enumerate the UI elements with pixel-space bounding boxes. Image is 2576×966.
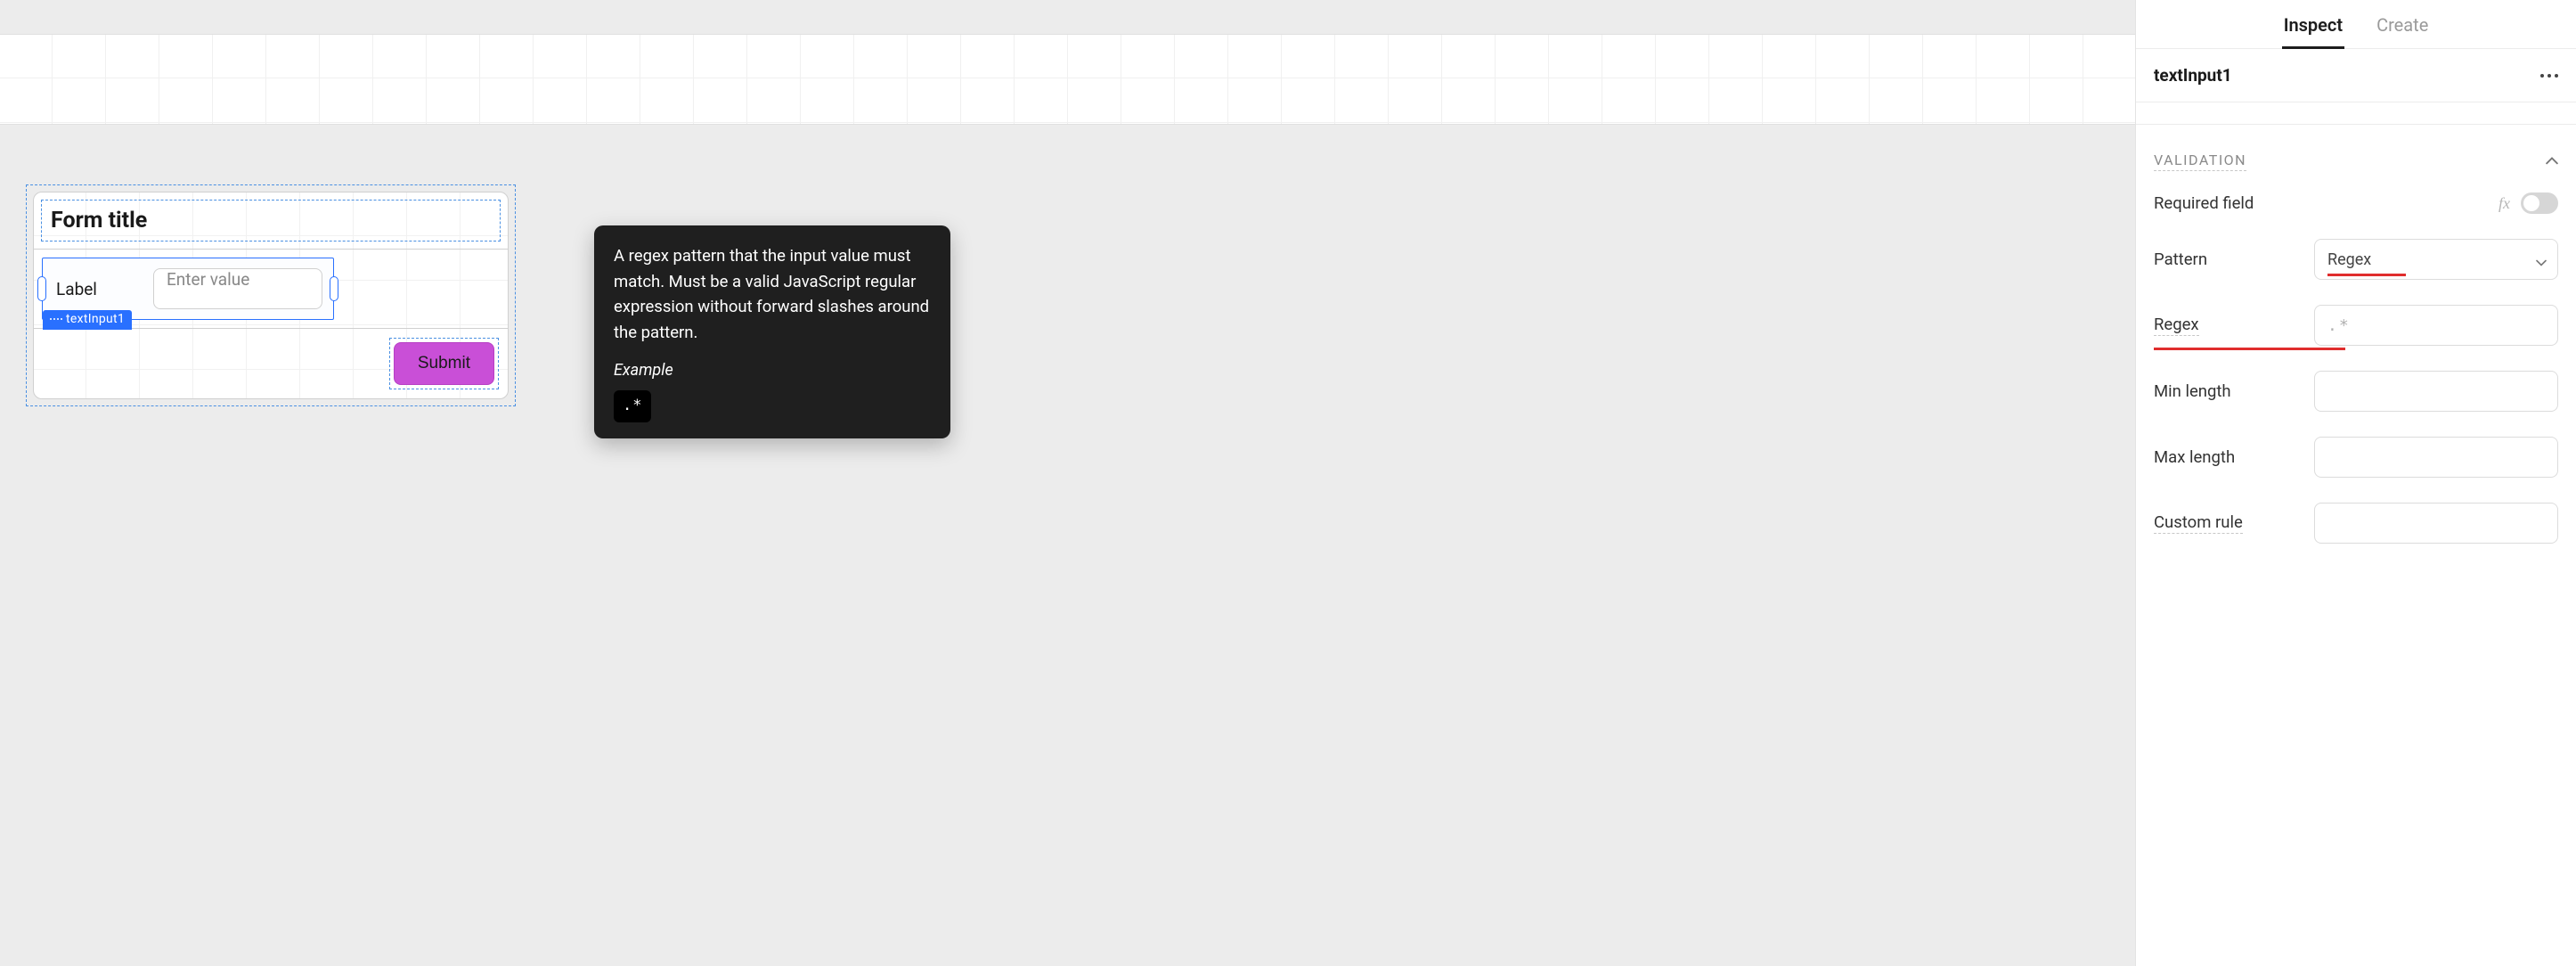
required-field-toggle[interactable] [2521, 192, 2558, 214]
form-widget-selection-outline[interactable]: Form title Label Enter value textInput1 [26, 184, 516, 406]
resize-handle-right[interactable] [330, 276, 338, 301]
resize-handle-left[interactable] [37, 276, 46, 301]
max-length-input[interactable] [2314, 437, 2558, 478]
inspector-header: textInput1 [2136, 49, 2576, 102]
tooltip-body: A regex pattern that the input value mus… [614, 243, 931, 346]
prop-label-min-length: Min length [2154, 381, 2305, 401]
canvas-area[interactable]: Form title Label Enter value textInput1 [0, 0, 2135, 966]
custom-rule-input[interactable] [2314, 503, 2558, 544]
prop-pattern: Pattern Regex [2136, 226, 2576, 292]
regex-input[interactable]: .* [2314, 305, 2558, 346]
prop-label-required: Required field [2154, 193, 2305, 213]
more-menu-icon[interactable] [2540, 74, 2558, 78]
text-input-field[interactable]: Enter value [153, 268, 322, 309]
form-title-cell: Form title [34, 192, 508, 250]
prop-label-custom-rule: Custom rule [2154, 512, 2243, 534]
component-name[interactable]: textInput1 [2154, 65, 2232, 86]
inspector-panel: Inspect Create textInput1 VALIDATION Req… [2135, 0, 2576, 966]
drag-handle-icon[interactable] [50, 318, 62, 320]
prop-required-field: Required field fx [2136, 180, 2576, 226]
min-length-input[interactable] [2314, 371, 2558, 412]
section-title: VALIDATION [2154, 151, 2246, 171]
tab-create[interactable]: Create [2375, 9, 2430, 48]
form-widget: Form title Label Enter value textInput1 [33, 192, 509, 399]
prop-custom-rule: Custom rule [2136, 490, 2576, 556]
form-footer-cell: Submit [34, 329, 508, 398]
section-validation-header[interactable]: VALIDATION [2136, 125, 2576, 180]
selection-tag[interactable]: textInput1 [43, 310, 132, 330]
regex-help-tooltip: A regex pattern that the input value mus… [594, 225, 950, 438]
inspector-tabs: Inspect Create [2136, 0, 2576, 49]
pattern-select[interactable]: Regex [2314, 239, 2558, 280]
prop-max-length: Max length [2136, 424, 2576, 490]
fx-button[interactable]: fx [2499, 194, 2510, 213]
selection-tag-label: textInput1 [66, 312, 125, 326]
prop-label-regex: Regex [2154, 315, 2199, 336]
canvas-grid-strip [0, 34, 2135, 125]
prop-label-pattern: Pattern [2154, 250, 2305, 269]
form-body-cell: Label Enter value textInput1 [34, 250, 508, 329]
submit-button[interactable]: Submit [394, 342, 494, 385]
tab-inspect[interactable]: Inspect [2282, 9, 2344, 49]
tooltip-example-label: Example [614, 358, 931, 383]
prop-regex: Regex .* [2136, 292, 2576, 358]
prop-label-max-length: Max length [2154, 447, 2305, 467]
app-root: Form title Label Enter value textInput1 [0, 0, 2576, 966]
pattern-select-value: Regex [2327, 250, 2371, 269]
prop-min-length: Min length [2136, 358, 2576, 424]
chevron-down-icon [2536, 254, 2547, 265]
chevron-up-icon[interactable] [2546, 155, 2558, 168]
tooltip-example-code: .* [614, 390, 651, 422]
submit-button-outline[interactable]: Submit [389, 338, 499, 389]
annotation-underline [2327, 274, 2406, 276]
input-label: Label [43, 279, 153, 299]
form-title[interactable]: Form title [41, 200, 501, 242]
